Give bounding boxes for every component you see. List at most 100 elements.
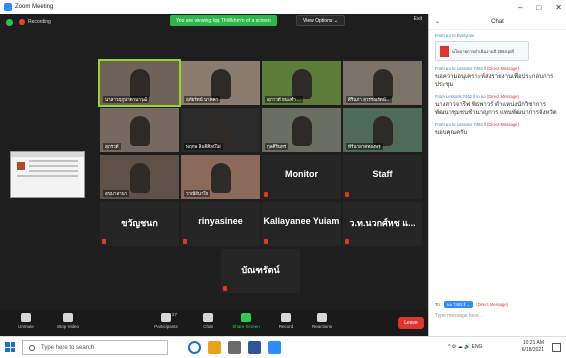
participant-tile[interactable]: สุภาวดี ธนะคำ ... [262, 61, 341, 105]
microphone-icon [21, 313, 31, 322]
zoom-taskbar-icon[interactable] [268, 341, 281, 354]
recipient-dropdown[interactable]: ผอ 7462 ll ⌄ [444, 301, 474, 308]
chat-messages: From ผอ to Everyone นโยบายการดำเนินงานปี… [429, 30, 566, 139]
chat-recipient-row: To: ผอ 7462 ll ⌄ (Direct Message) [435, 301, 508, 308]
record-button[interactable]: Record [266, 313, 306, 329]
participant-tile[interactable]: อุทัยรัตน์ นาคคา [181, 61, 260, 105]
participant-name: ว.ท.นวกศ์หช แ... [349, 218, 416, 228]
clock-date: 6/18/2021 [521, 347, 544, 353]
participant-tile[interactable]: สุภรวดี [100, 108, 179, 152]
muted-mic-icon [264, 239, 268, 244]
leave-button[interactable]: Leave [398, 317, 424, 329]
exit-fullscreen-button[interactable]: Exit [414, 16, 422, 22]
participant-tile[interactable]: ศิรินภา สุวรรณรัตน์... [343, 61, 422, 105]
participant-tile[interactable]: ว.ท.นวกศ์หช แ... [343, 202, 422, 246]
clock[interactable]: 10:21 AM 6/18/2021 [522, 340, 544, 354]
chat-message-text: นางสาวจารีฟ พิธพาวร์ ตำแหน่งนักวิชาการพั… [435, 102, 557, 116]
word-icon[interactable] [248, 341, 261, 354]
shared-screen-titlebar [11, 152, 84, 157]
chat-label: Chat [203, 324, 213, 329]
chat-message: From ผอ to Lessons 7462 ll (Direct Messa… [429, 119, 566, 139]
stop-video-button[interactable]: Stop Video [48, 313, 88, 329]
chat-panel: ⌄ Chat From ผอ to Everyone นโยบายการดำเน… [428, 14, 566, 336]
direct-message-tag: (Direct Message) [487, 122, 519, 127]
chat-message: From ผอ to Everyone นโยบายการดำเนินงานปี… [429, 30, 566, 63]
participant-name: Kallayanee Yuiam [263, 216, 340, 226]
chevron-down-icon[interactable]: ⌄ [435, 18, 440, 25]
taskbar-search[interactable]: Type here to search [22, 340, 168, 355]
shared-screen-line [29, 160, 78, 162]
chat-header: ⌄ Chat [429, 14, 566, 30]
participant-video [130, 163, 150, 193]
share-screen-button[interactable]: Share Screen [226, 313, 266, 329]
chat-input[interactable]: Type message here... [435, 313, 483, 319]
chat-icon [203, 313, 213, 322]
recording-label: Recording [28, 19, 51, 25]
chat-message: From Lessons 7462 ll to ผอ (Direct Messa… [429, 91, 566, 119]
participant-name: นาลาวฤภูนาดานาวุฒิ [103, 96, 150, 103]
file-attachment[interactable]: นโยบายการดำเนินงานปี 2564.pdf [435, 41, 529, 61]
direct-message-tag: (Direct Message) [487, 94, 519, 99]
shared-screen-line [29, 170, 78, 172]
muted-mic-icon [102, 239, 106, 244]
chat-button[interactable]: Chat [188, 313, 228, 329]
participant-tile[interactable]: พฤกษ ลิมดิศิลป์ไผ่ [181, 108, 260, 152]
participants-label: Participants [154, 324, 178, 329]
windows-taskbar: Type here to search ^ ⚙ ☁ 🔊 ENG 10:21 AM… [0, 336, 566, 358]
meeting-area: Recording You are viewing Iqq ThWkhm'n o… [0, 14, 428, 336]
camera-icon [63, 313, 73, 322]
share-banner: You are viewing Iqq ThWkhm'n of a screen [170, 15, 277, 26]
title-bar: Zoom Meeting – □ ✕ [0, 0, 566, 14]
reactions-label: Reactions [311, 324, 332, 329]
muted-mic-icon [264, 192, 268, 197]
participant-tile[interactable]: พีร์นาลาคทองพร [343, 108, 422, 152]
window-controls: – □ ✕ [518, 0, 562, 14]
participant-tile[interactable]: สุขุมาลานา [100, 155, 179, 199]
participant-tile[interactable]: บัณฑรัตน์ [221, 249, 300, 293]
maximize-button[interactable]: □ [536, 3, 541, 12]
participant-video [373, 69, 393, 99]
chat-message-sender: From ผอ to Everyone [435, 32, 560, 39]
chat-message-text: ขอความอนุเคราะห์ส่งรายงานเพื่อประกอบการป… [435, 74, 554, 88]
participant-tile[interactable]: Kallayanee Yuiam [262, 202, 341, 246]
meeting-toolbar: Unmute Stop Video Participants 27 Chat S… [0, 310, 428, 336]
participant-tile[interactable]: วาณีย์นาใจ [181, 155, 260, 199]
windows-start-icon[interactable] [5, 342, 15, 352]
shared-screen-thumbnail[interactable] [10, 151, 85, 198]
security-shield-icon[interactable] [6, 18, 13, 26]
participant-tile[interactable]: Staff [343, 155, 422, 199]
to-label: To: [435, 302, 442, 307]
participant-video [130, 69, 150, 99]
share-screen-icon [241, 313, 251, 322]
view-options-button[interactable]: View Options ⌄ [296, 15, 345, 26]
reactions-icon [317, 313, 327, 322]
store-icon[interactable] [228, 341, 241, 354]
muted-mic-icon [345, 192, 349, 197]
participant-name: พีร์นาลาคทองพร [346, 143, 383, 150]
participant-name: Monitor [285, 169, 318, 179]
unmute-button[interactable]: Unmute [6, 313, 46, 329]
muted-mic-icon [223, 286, 227, 291]
screen: Zoom Meeting – □ ✕ Recording You are vie… [0, 0, 566, 358]
participant-tile[interactable]: Monitor [262, 155, 341, 199]
participant-tile[interactable]: ขวัญชนก [100, 202, 179, 246]
file-explorer-icon[interactable] [208, 341, 221, 354]
minimize-button[interactable]: – [518, 3, 522, 12]
shared-screen-line [17, 175, 78, 177]
participant-tile[interactable]: นาลาวฤภูนาดานาวุฒิ [98, 59, 181, 107]
participant-name: ศิรินภา สุวรรณรัตน์... [346, 96, 392, 103]
notification-icon[interactable] [552, 343, 561, 352]
participant-tile[interactable]: กุลศิรินทร [262, 108, 341, 152]
participant-name: Staff [372, 169, 393, 179]
edge-browser-icon[interactable] [188, 341, 201, 354]
system-tray-icons[interactable]: ^ ⚙ ☁ 🔊 ENG [448, 344, 482, 350]
participant-tile[interactable]: rinyasinee [181, 202, 260, 246]
participant-name: วาณีย์นาใจ [184, 190, 211, 197]
reactions-button[interactable]: Reactions [302, 313, 342, 329]
chat-message-sender: From ผอ to Lessons 7462 ll (Direct Messa… [435, 121, 560, 128]
close-button[interactable]: ✕ [555, 3, 562, 12]
record-label: Record [278, 324, 294, 329]
chat-message-sender: From Lessons 7462 ll to ผอ (Direct Messa… [435, 93, 560, 100]
participants-button[interactable]: Participants [146, 313, 186, 329]
muted-mic-icon [345, 239, 349, 244]
